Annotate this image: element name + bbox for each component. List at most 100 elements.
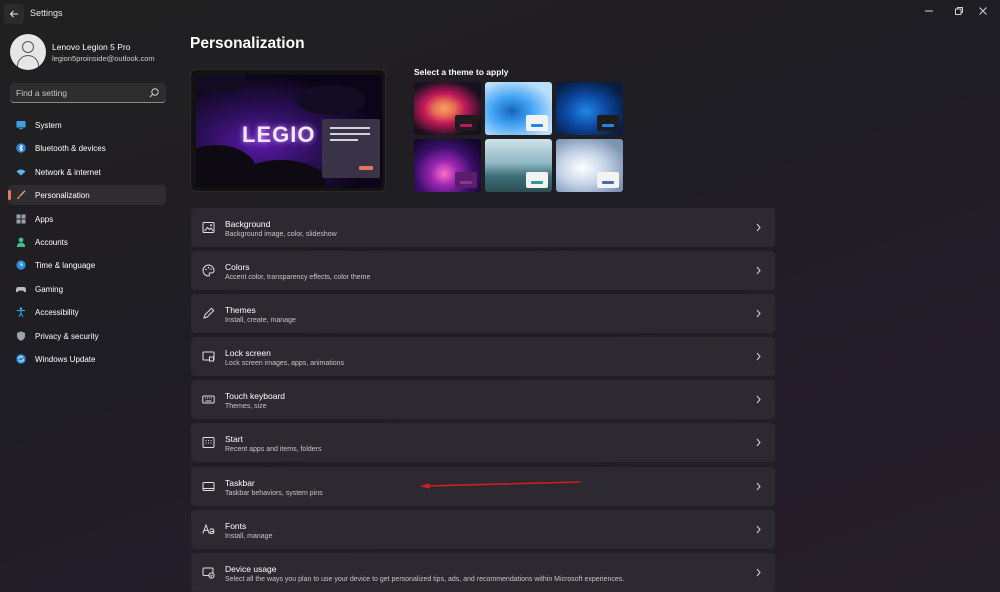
setting-description: Recent apps and items, folders [225,446,322,454]
globe-clock-icon [16,260,26,270]
gamepad-icon [16,286,26,293]
image-icon [202,222,215,233]
close-icon [979,7,987,15]
sidebar-item-label: Windows Update [35,354,96,364]
palette-icon [202,264,215,277]
setting-title: Start [225,434,243,445]
minimize-icon [925,10,933,12]
title-bar: Settings [0,0,1000,28]
active-indicator [8,190,11,201]
setting-title: Fonts [225,520,247,531]
chevron-right-icon [756,568,761,577]
sidebar-item-time-language[interactable]: Time & language [8,255,166,275]
chevron-right-icon [756,482,761,490]
chevron-right-icon [756,309,761,318]
user-email: legion5proinside@outlook.com [52,54,155,63]
chevron-right-icon [756,439,761,447]
sidebar-item-bluetooth[interactable]: Bluetooth & devices [8,138,166,158]
sidebar-item-system[interactable]: System [8,115,166,135]
theme-captured-motion[interactable] [485,139,552,192]
sidebar-item-label: Time & language [35,261,96,271]
setting-lock-screen[interactable]: Lock screen Lock screen images, apps, an… [191,337,775,377]
setting-title: Taskbar [225,477,255,488]
back-button[interactable] [4,4,24,24]
preview-window [322,119,380,178]
setting-touch-keyboard[interactable]: Touch keyboard Themes, size [191,380,775,420]
chevron-right-icon [756,396,761,404]
sidebar-item-apps[interactable]: Apps [8,209,166,229]
close-button[interactable] [966,2,1000,20]
sidebar: Lenovo Legion 5 Pro legion5proinside@out… [0,28,180,592]
setting-description: Install, manage [225,532,273,540]
sidebar-item-network[interactable]: Network & internet [8,162,166,182]
theme-sunrise[interactable] [556,139,623,192]
setting-colors[interactable]: Colors Accent color, transparency effect… [191,251,775,291]
search-box[interactable] [10,83,166,103]
settings-list: Background Background image, color, slid… [191,208,775,592]
chevron-right-icon [756,223,761,232]
keyboard-icon [202,395,215,404]
theme-windows-dark[interactable] [556,82,623,135]
device-usage-icon [202,567,215,579]
setting-description: Themes, size [225,403,267,411]
themes-label: Select a theme to apply [414,67,509,77]
taskbar-icon [202,481,215,491]
preview-logo: LEGIO [242,122,316,147]
setting-themes[interactable]: Themes Install, create, manage [191,294,775,334]
arrow-left-icon [9,10,18,18]
lock-screen-icon [202,351,215,362]
wallpaper-preview: LEGIO [196,75,382,188]
update-icon [16,354,26,364]
user-name: Lenovo Legion 5 Pro [52,42,131,52]
theme-windows-light[interactable] [485,82,552,135]
setting-device-usage[interactable]: Device usage Select all the ways you pla… [191,552,775,592]
sidebar-item-gaming[interactable]: Gaming [8,279,166,299]
setting-description: Select all the ways you plan to use your… [225,575,625,583]
setting-title: Themes [225,305,256,316]
apps-icon [16,214,26,224]
person-icon [16,237,26,247]
setting-description: Taskbar behaviors, system pins [225,489,323,497]
pen-icon [203,307,215,319]
search-input[interactable] [16,86,146,100]
theme-glow[interactable] [414,139,481,192]
sidebar-item-privacy[interactable]: Privacy & security [8,326,166,346]
sidebar-item-accounts[interactable]: Accounts [8,232,166,252]
minimize-button[interactable] [912,2,946,20]
accessibility-icon [17,307,25,318]
setting-start[interactable]: Start Recent apps and items, folders [191,423,775,463]
fonts-icon [202,523,215,534]
sidebar-item-personalization[interactable]: Personalization [8,185,166,206]
sidebar-nav: System Bluetooth & devices Network & int… [8,115,166,372]
shield-icon [17,330,25,341]
monitor-icon [16,121,26,130]
setting-background[interactable]: Background Background image, color, slid… [191,208,775,247]
setting-title: Lock screen [225,348,271,359]
setting-description: Background image, color, slideshow [225,231,337,238]
sidebar-item-label: Gaming [35,284,64,294]
user-profile[interactable]: Lenovo Legion 5 Pro legion5proinside@out… [10,34,180,72]
chevron-right-icon [756,525,761,533]
start-icon [202,437,215,449]
setting-fonts[interactable]: Fonts Install, manage [191,509,775,549]
annotation-arrow-icon [420,481,581,489]
page-title: Personalization [190,35,305,52]
setting-description: Lock screen images, apps, animations [225,360,345,368]
setting-title: Device usage [225,563,277,574]
sidebar-item-label: System [35,121,62,130]
restore-icon [955,7,963,15]
chevron-right-icon [756,352,761,361]
search-icon [149,88,159,98]
theme-flower[interactable] [414,82,481,135]
app-title: Settings [30,8,63,18]
sidebar-item-label: Privacy & security [35,331,99,341]
wifi-icon [16,169,26,176]
sidebar-item-windows-update[interactable]: Windows Update [8,349,166,369]
setting-title: Touch keyboard [225,391,286,402]
avatar [10,34,46,70]
sidebar-item-accessibility[interactable]: Accessibility [8,302,166,322]
brush-icon [17,190,26,200]
sidebar-item-label: Accessibility [35,308,79,318]
setting-title: Background [225,219,271,229]
sidebar-item-label: Bluetooth & devices [35,144,106,154]
